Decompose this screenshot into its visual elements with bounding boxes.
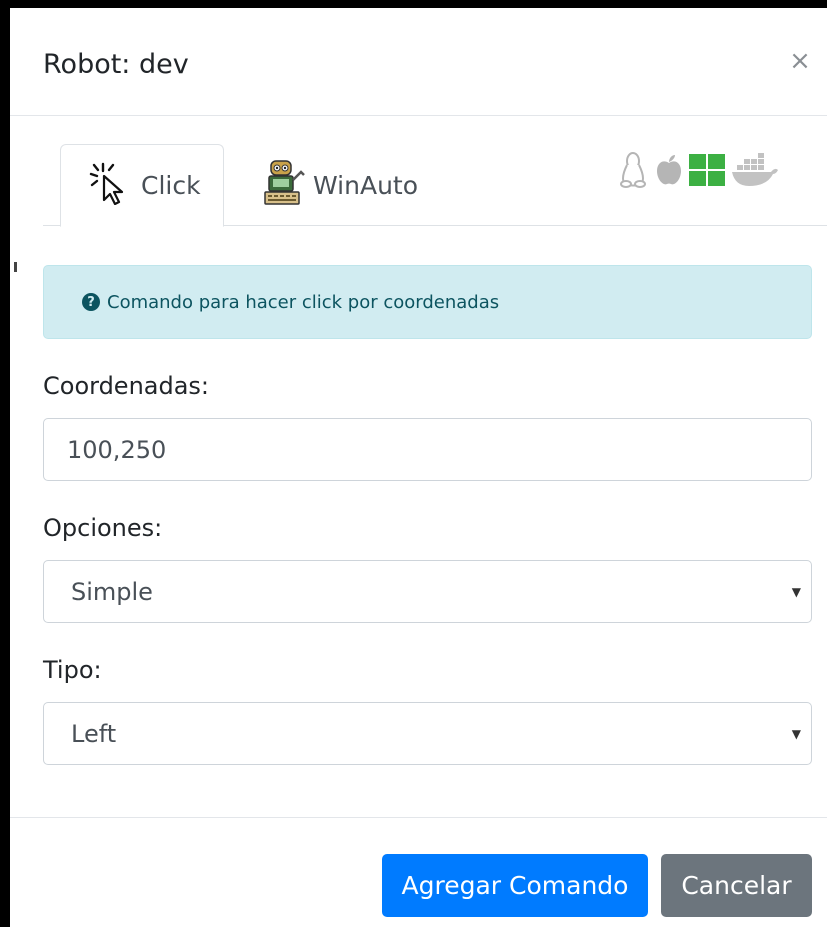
alert-text: Comando para hacer click por coordenadas xyxy=(107,291,500,313)
window-frame-left xyxy=(0,0,10,927)
docker-icon xyxy=(731,153,779,191)
caret-down-icon: ▼ xyxy=(791,585,801,599)
options-label: Opciones: xyxy=(43,514,163,542)
modal-header: Robot: dev × xyxy=(10,8,827,116)
type-value: Left xyxy=(71,719,117,748)
options-value: Simple xyxy=(71,577,153,606)
cancel-button[interactable]: Cancelar xyxy=(661,854,812,917)
apple-icon xyxy=(655,153,683,191)
coords-input[interactable]: 100,250 xyxy=(43,418,812,481)
tab-click-label: Click xyxy=(141,171,201,200)
type-label: Tipo: xyxy=(43,656,102,684)
add-command-button[interactable]: Agregar Comando xyxy=(382,854,648,917)
caret-down-icon: ▼ xyxy=(791,727,801,741)
edge-marker xyxy=(14,262,17,272)
linux-icon xyxy=(617,151,649,193)
tab-click[interactable]: Click xyxy=(60,144,224,227)
close-button[interactable]: × xyxy=(786,48,814,76)
cursor-click-icon xyxy=(87,161,135,211)
type-select[interactable]: Left ▼ xyxy=(43,702,812,765)
coords-label: Coordenadas: xyxy=(43,372,210,400)
modal-footer: Agregar Comando Cancelar xyxy=(10,817,827,927)
tab-winauto-label: WinAuto xyxy=(313,170,419,200)
robot-icon xyxy=(261,158,307,212)
window-frame-top xyxy=(0,0,827,8)
modal-title: Robot: dev xyxy=(43,49,189,80)
tab-winauto[interactable]: WinAuto xyxy=(261,144,431,226)
modal-dialog: Robot: dev × Click WinAuto ? Comando par… xyxy=(10,8,827,927)
options-select[interactable]: Simple ▼ xyxy=(43,560,812,623)
coords-value: 100,250 xyxy=(67,435,167,464)
windows-icon xyxy=(689,154,725,190)
question-circle-icon: ? xyxy=(82,293,100,311)
os-icons xyxy=(617,152,779,192)
info-alert: ? Comando para hacer click por coordenad… xyxy=(43,265,812,339)
